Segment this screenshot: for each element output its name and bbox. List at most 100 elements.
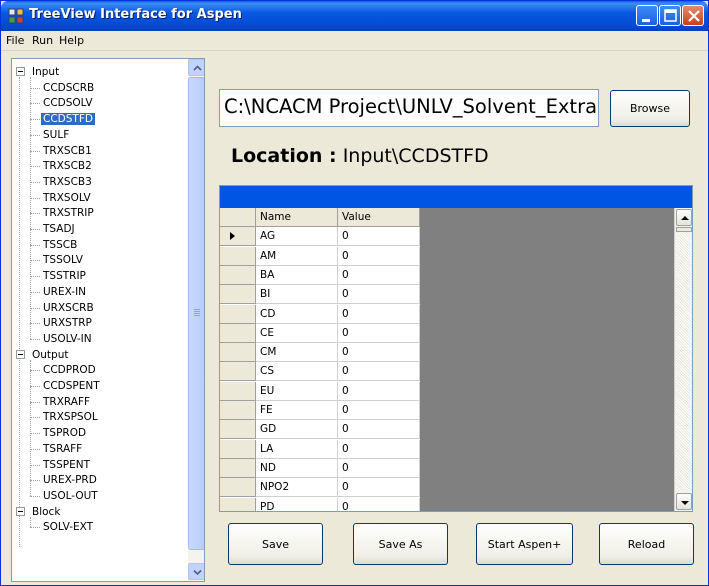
tree-item-tsspent[interactable]: TSSPENT xyxy=(41,457,92,473)
tree-scroll-thumb[interactable] xyxy=(188,77,204,550)
tree-node-input[interactable]: Input xyxy=(14,64,61,80)
table-row[interactable]: FE 0 xyxy=(220,401,420,420)
tree-scrollbar[interactable] xyxy=(188,59,204,581)
tree-item-solv-ext[interactable]: SOLV-EXT xyxy=(41,519,95,535)
row-header[interactable] xyxy=(220,420,256,440)
tree-item-sulf[interactable]: SULF xyxy=(41,127,71,143)
data-grid[interactable]: Name Value AG 0 AM 0 BA 0 BI 0 CD 0 CE 0 CM 0 CS 0 EU 0 FE… xyxy=(219,185,693,512)
cell-value[interactable]: 0 xyxy=(338,265,420,285)
start-aspen-button[interactable]: Start Aspen+ xyxy=(476,523,573,565)
tree-item-ccdsolv[interactable]: CCDSOLV xyxy=(41,95,95,111)
table-row[interactable]: BI 0 xyxy=(220,285,420,305)
tree-item-trxscb1[interactable]: TRXSCB1 xyxy=(41,143,94,159)
table-row[interactable]: GD 0 xyxy=(220,420,420,440)
tree-item-tsscb[interactable]: TSSCB xyxy=(41,237,79,253)
table-row[interactable]: CD 0 xyxy=(220,304,420,324)
cell-name[interactable]: CS xyxy=(256,362,338,382)
tree-item-trxraff[interactable]: TRXRAFF xyxy=(41,394,92,410)
tree-item-usolv-in[interactable]: USOLV-IN xyxy=(41,331,94,347)
tree-node-output[interactable]: Output xyxy=(14,347,70,363)
table-row[interactable]: NPO2 0 xyxy=(220,478,420,498)
cell-value[interactable]: 0 xyxy=(338,362,420,382)
row-header[interactable] xyxy=(220,381,256,401)
tree-view[interactable]: Input CCDSCRB CCDSOLV CCDSTFD SULF TRXSCB1 TRX… xyxy=(11,58,205,582)
cell-value[interactable]: 0 xyxy=(338,343,420,363)
path-input[interactable]: C:\NCACM Project\UNLV_Solvent_Extra xyxy=(219,89,599,127)
row-header[interactable] xyxy=(220,246,256,266)
tree-item-tsraff[interactable]: TSRAFF xyxy=(41,441,84,457)
table-row[interactable]: AG 0 xyxy=(220,227,420,247)
cell-name[interactable]: LA xyxy=(256,439,338,459)
tree-item-tsadj[interactable]: TSADJ xyxy=(41,221,77,237)
tree-item-trxsolv[interactable]: TRXSOLV xyxy=(41,190,93,206)
cell-name[interactable]: AG xyxy=(256,227,338,247)
tree-node-block[interactable]: Block xyxy=(14,504,62,520)
cell-name[interactable]: EU xyxy=(256,381,338,401)
cell-value[interactable]: 0 xyxy=(338,227,420,247)
column-header-value[interactable]: Value xyxy=(338,208,420,227)
cell-value[interactable]: 0 xyxy=(338,458,420,478)
save-button[interactable]: Save xyxy=(228,523,323,565)
cell-value[interactable]: 0 xyxy=(338,323,420,343)
cell-name[interactable]: PD xyxy=(256,497,338,511)
collapse-icon[interactable] xyxy=(16,67,25,76)
cell-name[interactable]: CE xyxy=(256,323,338,343)
row-header[interactable] xyxy=(220,227,256,247)
row-header[interactable] xyxy=(220,285,256,305)
tree-item-tssolv[interactable]: TSSOLV xyxy=(41,252,85,268)
cell-name[interactable]: CD xyxy=(256,304,338,324)
cell-name[interactable]: AM xyxy=(256,246,338,266)
cell-value[interactable]: 0 xyxy=(338,497,420,511)
row-header[interactable] xyxy=(220,458,256,478)
cell-name[interactable]: FE xyxy=(256,401,338,420)
tree-scroll-down-button[interactable] xyxy=(188,563,204,580)
tree-item-urex-prd[interactable]: UREX-PRD xyxy=(41,472,99,488)
cell-value[interactable]: 0 xyxy=(338,439,420,459)
table-row[interactable]: ND 0 xyxy=(220,458,420,478)
row-header[interactable] xyxy=(220,497,256,511)
table-row[interactable]: CS 0 xyxy=(220,362,420,382)
close-button[interactable] xyxy=(682,5,704,26)
cell-name[interactable]: BI xyxy=(256,285,338,305)
row-header[interactable] xyxy=(220,362,256,382)
cell-name[interactable]: CM xyxy=(256,343,338,363)
table-row[interactable]: EU 0 xyxy=(220,381,420,401)
tree-item-trxscb2[interactable]: TRXSCB2 xyxy=(41,158,94,174)
tree-item-urxstrp[interactable]: URXSTRP xyxy=(41,315,94,331)
tree-item-ccdscrb[interactable]: CCDSCRB xyxy=(41,80,96,96)
tree-item-ccdprod[interactable]: CCDPROD xyxy=(41,362,98,378)
tree-item-urex-in[interactable]: UREX-IN xyxy=(41,284,88,300)
row-header[interactable] xyxy=(220,401,256,420)
grid-scroll-up-button[interactable] xyxy=(676,209,692,226)
menu-run[interactable]: Run xyxy=(32,34,53,47)
title-bar[interactable]: TreeView Interface for Aspen xyxy=(1,1,708,31)
table-row[interactable]: BA 0 xyxy=(220,265,420,285)
tree-item-ccdspent[interactable]: CCDSPENT xyxy=(41,378,102,394)
table-row[interactable]: PD 0 xyxy=(220,497,420,511)
cell-value[interactable]: 0 xyxy=(338,401,420,420)
tree-item-ccdstfd[interactable]: CCDSTFD xyxy=(41,111,95,127)
row-header[interactable] xyxy=(220,304,256,324)
grid-scroll-thumb[interactable] xyxy=(676,227,692,232)
cell-value[interactable]: 0 xyxy=(338,246,420,266)
grid-scroll-down-button[interactable] xyxy=(676,493,692,510)
tree-item-trxstrip[interactable]: TRXSTRIP xyxy=(41,205,96,221)
tree-item-tsprod[interactable]: TSPROD xyxy=(41,425,88,441)
collapse-icon[interactable] xyxy=(16,349,25,359)
tree-item-trxscb3[interactable]: TRXSCB3 xyxy=(41,174,94,190)
tree-item-tsstrip[interactable]: TSSTRIP xyxy=(41,268,88,284)
row-header[interactable] xyxy=(220,478,256,498)
table-row[interactable]: CE 0 xyxy=(220,323,420,343)
cell-value[interactable]: 0 xyxy=(338,420,420,440)
minimize-button[interactable] xyxy=(636,5,658,26)
cell-name[interactable]: GD xyxy=(256,420,338,440)
row-header[interactable] xyxy=(220,439,256,459)
menu-file[interactable]: File xyxy=(6,34,24,47)
column-header-name[interactable]: Name xyxy=(256,208,338,227)
browse-button[interactable]: Browse xyxy=(610,90,690,127)
reload-button[interactable]: Reload xyxy=(599,523,694,565)
cell-value[interactable]: 0 xyxy=(338,381,420,401)
row-header[interactable] xyxy=(220,323,256,343)
tree-item-urxscrb[interactable]: URXSCRB xyxy=(41,300,96,316)
table-row[interactable]: AM 0 xyxy=(220,246,420,266)
